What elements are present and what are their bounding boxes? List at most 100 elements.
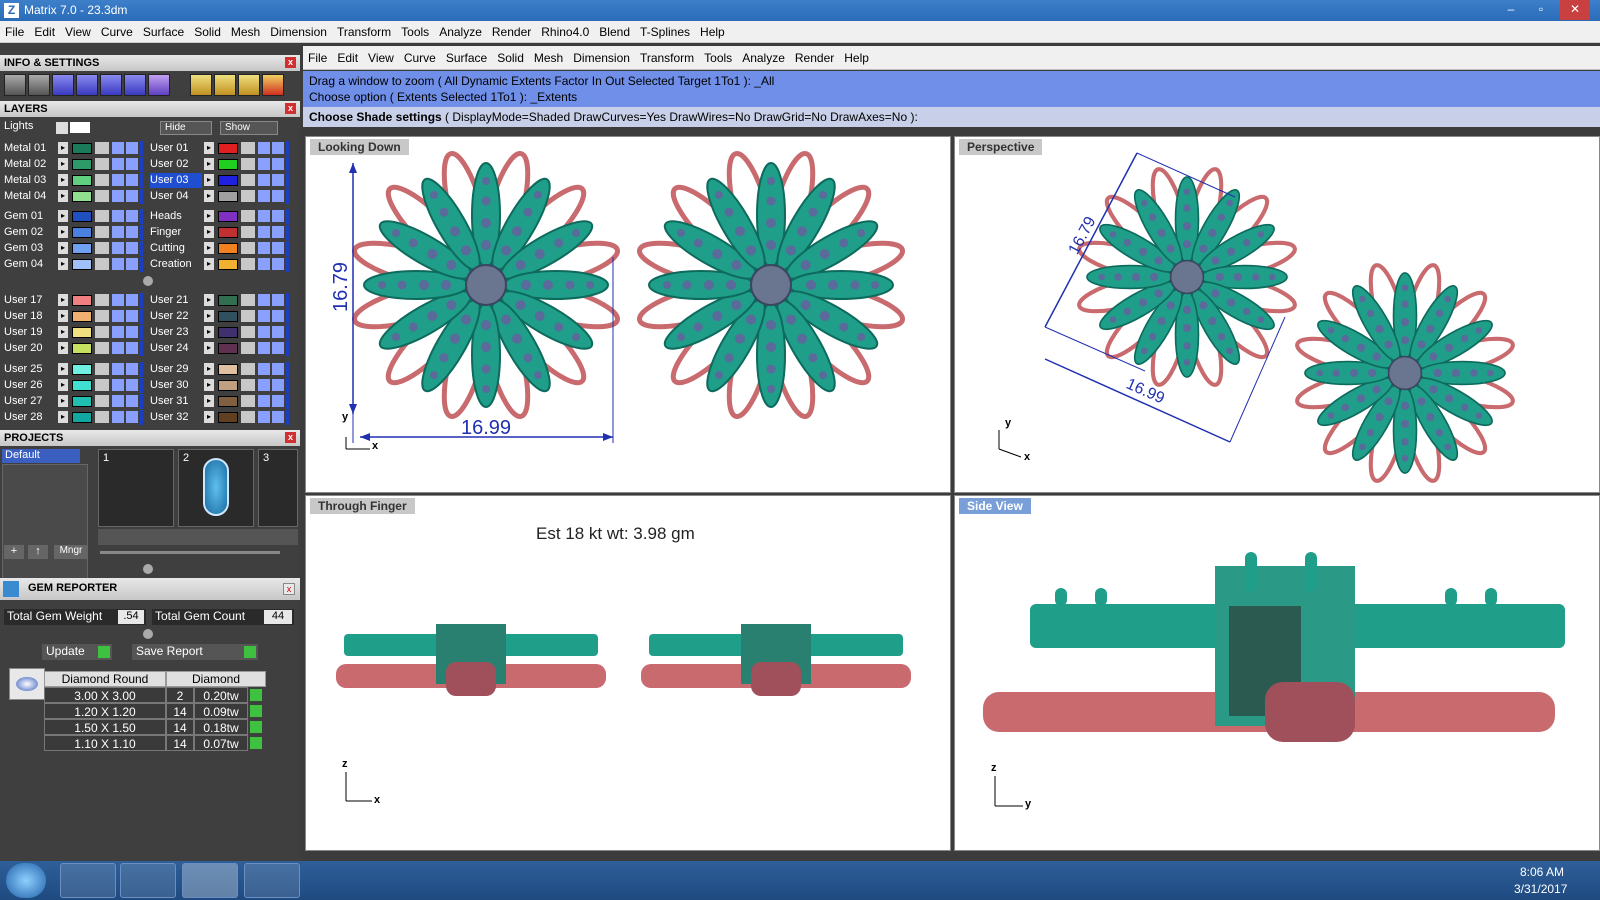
layer-arrow-icon[interactable]: ▸ [58, 294, 68, 306]
layer-arrow-icon[interactable]: ▸ [204, 310, 214, 322]
up-project-button[interactable]: ↑ [28, 545, 48, 559]
lock-icon[interactable] [241, 363, 255, 375]
lock-icon[interactable] [95, 342, 109, 354]
visibility-icon[interactable] [258, 395, 270, 407]
visibility-icon[interactable] [112, 142, 124, 154]
paint-icon[interactable] [244, 863, 300, 898]
layer-row[interactable]: Cutting ▸ [150, 241, 290, 256]
render-icon[interactable] [272, 242, 284, 254]
render-icon[interactable] [272, 174, 284, 186]
render-icon[interactable] [126, 242, 138, 254]
lock-icon[interactable] [241, 258, 255, 270]
layer-arrow-icon[interactable]: ▸ [204, 379, 214, 391]
collapse-icon[interactable] [143, 564, 153, 574]
cmd-menu-curve[interactable]: Curve [399, 46, 441, 70]
visibility-icon[interactable] [258, 158, 270, 170]
close-icon[interactable]: x [285, 103, 296, 114]
viewport-looking-down[interactable]: Looking Down 16.79 16.99 y x [305, 136, 951, 493]
hide-toggle[interactable]: Hide [160, 121, 212, 135]
render-icon[interactable] [126, 363, 138, 375]
frame2-icon[interactable] [238, 74, 260, 96]
layer-arrow-icon[interactable]: ▸ [204, 363, 214, 375]
menu-transform[interactable]: Transform [332, 21, 396, 43]
layer-color-swatch[interactable] [218, 412, 238, 423]
lock-icon[interactable] [95, 226, 109, 238]
lock-icon[interactable] [95, 258, 109, 270]
layer-row[interactable]: User 03 ▸ [150, 173, 290, 188]
lock-icon[interactable] [241, 210, 255, 222]
play-icon[interactable] [250, 737, 262, 749]
render-icon[interactable] [272, 310, 284, 322]
layer-arrow-icon[interactable]: ▸ [58, 174, 68, 186]
visibility-icon[interactable] [258, 411, 270, 423]
layer-color-swatch[interactable] [72, 311, 92, 322]
viewport-perspective[interactable]: Perspective 16.79 16.99 y x [954, 136, 1600, 493]
layer-row[interactable]: User 04 ▸ [150, 189, 290, 204]
render-icon[interactable] [272, 190, 284, 202]
render-icon[interactable] [272, 395, 284, 407]
project-slot-2[interactable]: 2 [178, 449, 254, 527]
layer-arrow-icon[interactable]: ▸ [204, 210, 214, 222]
close-icon[interactable]: x [285, 432, 296, 443]
maximize-button[interactable]: ▫ [1526, 0, 1556, 20]
visibility-icon[interactable] [112, 190, 124, 202]
layer-row[interactable]: Metal 03 ▸ [4, 173, 144, 188]
update-button[interactable]: Update [42, 644, 112, 660]
collapse-icon[interactable] [143, 276, 153, 286]
cmd-menu-render[interactable]: Render [790, 46, 839, 70]
settings-icon[interactable] [4, 74, 26, 96]
visibility-icon[interactable] [258, 363, 270, 375]
menu-curve[interactable]: Curve [96, 21, 138, 43]
layer-arrow-icon[interactable]: ▸ [58, 210, 68, 222]
command-line[interactable]: Choose Shade settings ( DisplayMode=Shad… [303, 107, 1600, 127]
lock-icon[interactable] [241, 142, 255, 154]
layer-color-swatch[interactable] [72, 227, 92, 238]
render-icon[interactable] [126, 210, 138, 222]
layer-row[interactable]: Heads ▸ [150, 209, 290, 224]
lock-icon[interactable] [241, 395, 255, 407]
lock-icon[interactable] [95, 190, 109, 202]
menu-file[interactable]: File [0, 21, 29, 43]
command-prompt-options[interactable]: ( DisplayMode=Shaded DrawCurves=Yes Draw… [445, 110, 918, 124]
menu-dimension[interactable]: Dimension [265, 21, 332, 43]
layer-color-swatch[interactable] [218, 243, 238, 254]
layer-color-swatch[interactable] [218, 295, 238, 306]
layer-row[interactable]: User 25 ▸ [4, 362, 144, 377]
layer-arrow-icon[interactable]: ▸ [58, 142, 68, 154]
layer-arrow-icon[interactable]: ▸ [204, 294, 214, 306]
layer-color-swatch[interactable] [72, 380, 92, 391]
render-icon[interactable] [126, 326, 138, 338]
layer-row[interactable]: User 30 ▸ [150, 378, 290, 393]
render-icon[interactable] [272, 326, 284, 338]
layer-color-swatch[interactable] [72, 191, 92, 202]
cmd-menu-file[interactable]: File [303, 46, 332, 70]
render-icon[interactable] [126, 310, 138, 322]
layer-row[interactable]: User 17 ▸ [4, 293, 144, 308]
menu-tsplines[interactable]: T-Splines [635, 21, 695, 43]
layer-color-swatch[interactable] [218, 159, 238, 170]
layer-color-swatch[interactable] [72, 175, 92, 186]
lock-icon[interactable] [95, 411, 109, 423]
project-default[interactable]: Default [2, 449, 80, 463]
lock-icon[interactable] [241, 326, 255, 338]
visibility-icon[interactable] [258, 310, 270, 322]
layer-color-swatch[interactable] [72, 143, 92, 154]
render-icon[interactable] [126, 142, 138, 154]
layer-arrow-icon[interactable]: ▸ [58, 226, 68, 238]
lock-icon[interactable] [241, 158, 255, 170]
layer-row[interactable]: Metal 02 ▸ [4, 157, 144, 172]
lock-icon[interactable] [241, 242, 255, 254]
layer-row[interactable]: User 27 ▸ [4, 394, 144, 409]
box-icon[interactable] [76, 74, 98, 96]
close-icon[interactable]: x [285, 57, 296, 68]
layer-row[interactable]: User 26 ▸ [4, 378, 144, 393]
visibility-icon[interactable] [258, 258, 270, 270]
visibility-icon[interactable] [258, 342, 270, 354]
layer-arrow-icon[interactable]: ▸ [204, 395, 214, 407]
menu-solid[interactable]: Solid [189, 21, 226, 43]
document-icon[interactable] [100, 74, 122, 96]
layer-arrow-icon[interactable]: ▸ [58, 310, 68, 322]
menu-rhino[interactable]: Rhino4.0 [536, 21, 594, 43]
layer-color-swatch[interactable] [218, 175, 238, 186]
explorer-icon[interactable] [60, 863, 116, 898]
